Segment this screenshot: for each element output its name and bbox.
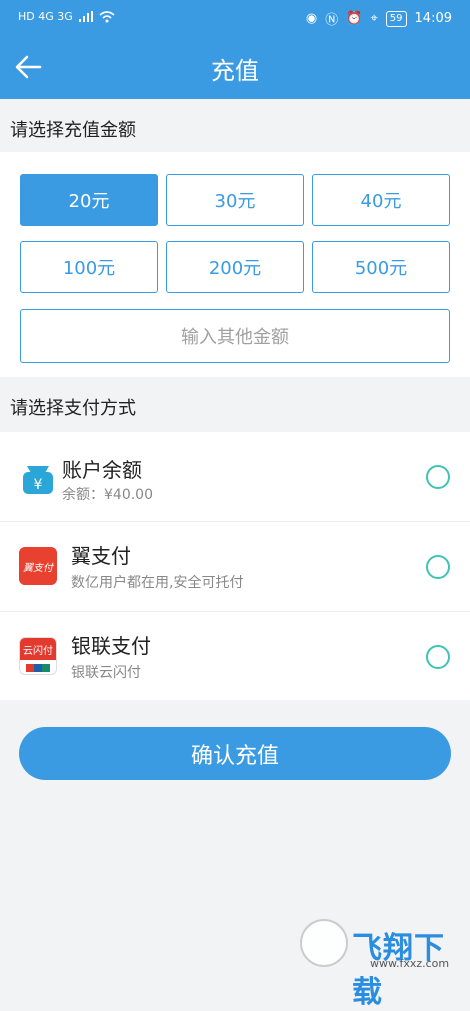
payment-radio-unionpay[interactable]: [426, 645, 450, 669]
alarm-icon: ⏰: [346, 11, 363, 26]
wifi-icon: [99, 10, 115, 22]
amount-option-30[interactable]: 30元: [166, 174, 304, 226]
location-icon: ⌖: [370, 11, 378, 26]
bestpay-icon: 翼支付: [19, 547, 57, 585]
other-amount-input[interactable]: 输入其他金额: [20, 309, 450, 363]
network-text: HD 4G 3G: [18, 10, 73, 23]
amount-option-100[interactable]: 100元: [20, 241, 158, 293]
signal-indicators: HD 4G 3G: [18, 10, 115, 23]
amount-option-500[interactable]: 500元: [312, 241, 450, 293]
unionpay-icon: 云闪付: [19, 637, 57, 675]
eye-icon: ◉: [305, 11, 318, 26]
payment-method-bestpay[interactable]: 翼支付 翼支付 数亿用户都在用,安全可托付: [0, 521, 470, 610]
watermark: 飞翔下载 www.fxxz.com: [300, 917, 465, 1010]
nfc-icon: Ⓝ: [325, 13, 339, 28]
payment-method-balance[interactable]: ¥ 账户余额 余额：¥40.00: [0, 432, 470, 520]
page-title: 充值: [211, 57, 259, 85]
amount-option-200[interactable]: 200元: [166, 241, 304, 293]
amount-option-20[interactable]: 20元: [20, 174, 158, 226]
confirm-recharge-button[interactable]: 确认充值: [19, 727, 451, 780]
payment-method-name: 翼支付: [71, 544, 131, 568]
amount-option-40[interactable]: 40元: [312, 174, 450, 226]
nav-bar: 充值: [0, 36, 470, 99]
payment-method-subtitle: 余额：¥40.00: [62, 487, 153, 503]
payment-radio-balance[interactable]: [426, 465, 450, 489]
svg-text:¥: ¥: [34, 477, 43, 493]
bestpay-icon-text: 翼支付: [23, 562, 53, 574]
amount-panel: 20元 30元 40元 100元 200元 500元 输入其他金额: [0, 152, 470, 377]
clock-time: 14:09: [414, 11, 452, 26]
status-icons: ◉ Ⓝ ⏰ ⌖ 59 14:09: [306, 9, 452, 28]
payment-method-subtitle: 数亿用户都在用,安全可托付: [71, 575, 244, 591]
status-bar: HD 4G 3G ◉ Ⓝ ⏰ ⌖ 59 14:09: [0, 0, 470, 36]
payment-section-title: 请选择支付方式: [10, 398, 136, 419]
signal-icon: [78, 11, 93, 22]
wallet-icon: ¥: [23, 466, 53, 494]
payment-method-name: 银联支付: [71, 634, 151, 658]
payment-method-name: 账户余额: [62, 458, 142, 482]
app-header: HD 4G 3G ◉ Ⓝ ⏰ ⌖ 59 14:09 充值: [0, 0, 470, 99]
payment-method-unionpay[interactable]: 云闪付 银联支付 银联云闪付: [0, 611, 470, 700]
payment-method-list: ¥ 账户余额 余额：¥40.00 翼支付 翼支付 数亿用户都在用,安全可托付 云…: [0, 432, 470, 700]
payment-method-subtitle: 银联云闪付: [71, 665, 141, 681]
amount-section-title: 请选择充值金额: [10, 120, 136, 141]
payment-radio-bestpay[interactable]: [426, 555, 450, 579]
unionpay-icon-text: 云闪付: [20, 638, 56, 660]
watermark-logo-icon: [300, 919, 348, 967]
watermark-url: www.fxxz.com: [370, 957, 450, 970]
battery-icon: 59: [385, 10, 407, 27]
